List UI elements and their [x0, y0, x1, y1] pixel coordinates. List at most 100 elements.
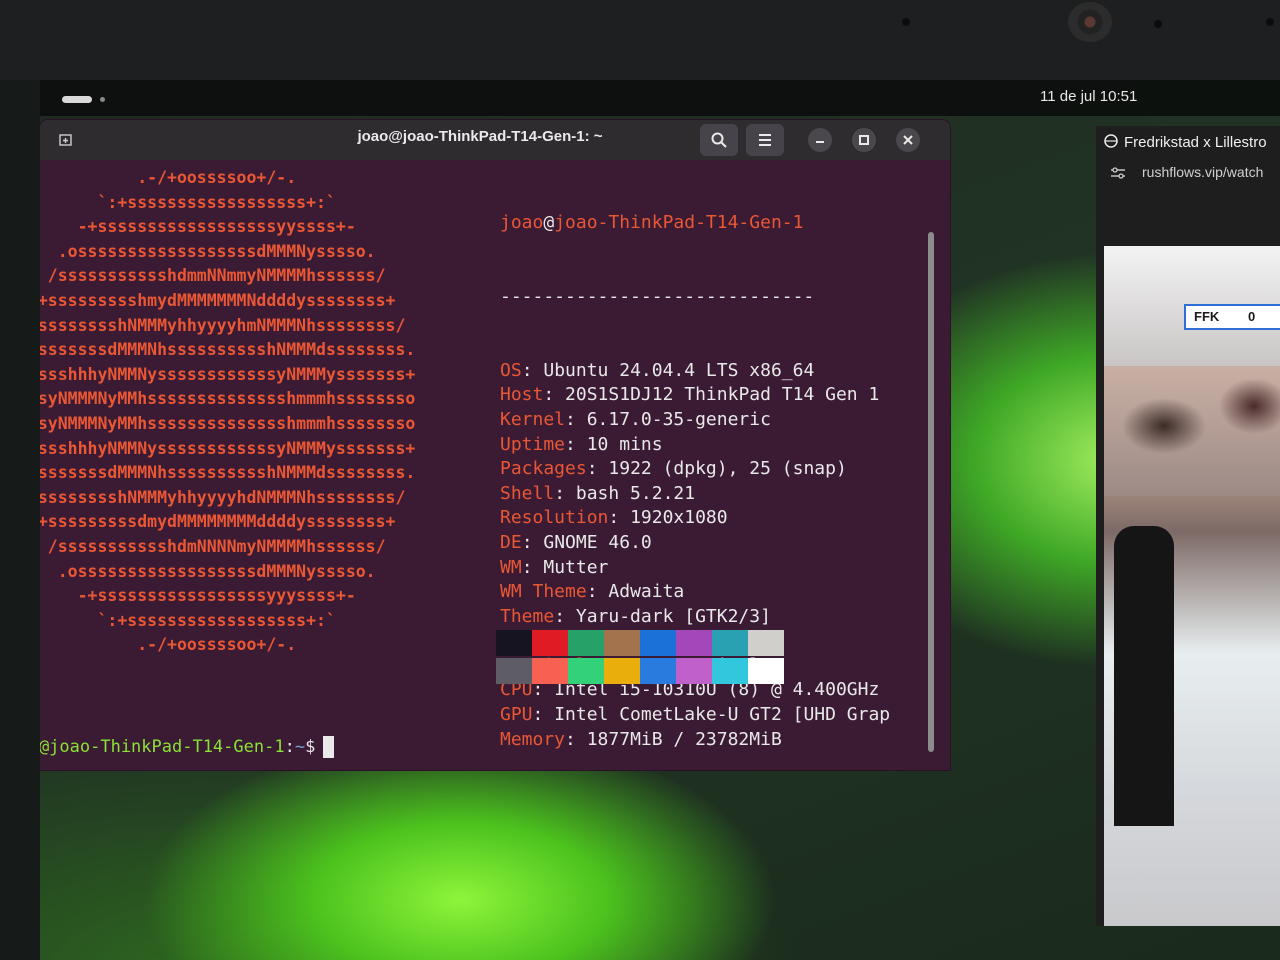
info-key: Host [500, 384, 544, 406]
picture-in-picture-window[interactable]: Fredrikstad x Lillestro rushflows.vip/wa… [1096, 126, 1280, 926]
info-line: Memory: 1877MiB / 23782MiB [500, 728, 890, 753]
menu-button[interactable] [746, 124, 784, 156]
info-colon: : [554, 605, 576, 627]
video-crowd [1104, 366, 1280, 496]
terminal-window: joao@joao-ThinkPad-T14-Gen-1: ~ .-/+ooss… [40, 120, 950, 770]
info-colon: : [521, 556, 544, 578]
info-key: DE [500, 531, 522, 553]
info-line: Host: 20S1S1DJ12 ThinkPad T14 Gen 1 [500, 383, 890, 408]
info-value: Adwaita [608, 581, 685, 603]
info-colon: : [521, 531, 544, 553]
palette-swatch [532, 658, 568, 684]
window-title: joao@joao-ThinkPad-T14-Gen-1: ~ [357, 128, 603, 145]
info-value: 6.17.0-35-generic [586, 408, 771, 430]
info-value: Ubuntu 24.04.4 LTS x86_64 [543, 359, 815, 381]
workspace-dot[interactable] [100, 97, 105, 102]
info-colon: : [521, 359, 544, 381]
info-key: WM [500, 556, 522, 578]
hostname: joao-ThinkPad-T14-Gen-1 [554, 212, 804, 234]
info-colon: : [565, 433, 587, 455]
info-value: 1922 (dpkg), 25 (snap) [608, 458, 847, 480]
username: joao [500, 212, 544, 234]
info-value: Yaru-dark [GTK2/3] [575, 605, 771, 627]
palette-swatch [748, 630, 784, 656]
prompt-user-host: joao@joao-ThinkPad-T14-Gen-1 [40, 737, 285, 757]
info-value: 1877MiB / 23782MiB [586, 728, 782, 750]
info-key: Resolution [500, 507, 609, 529]
pip-url[interactable]: rushflows.vip/watch [1142, 164, 1263, 180]
terminal-headerbar: joao@joao-ThinkPad-T14-Gen-1: ~ [40, 120, 950, 160]
info-line: Shell: bash 5.2.21 [500, 482, 890, 507]
score-team: FFK [1194, 309, 1220, 324]
info-key: WM Theme [500, 581, 587, 603]
prompt-colon: : [284, 737, 295, 757]
info-lines: OS: Ubuntu 24.04.4 LTS x86_64 Host: 20S1S… [500, 359, 890, 753]
at-sign: @ [543, 212, 555, 234]
color-palette [496, 630, 784, 686]
clock[interactable]: 11 de jul 10:51 [1040, 88, 1137, 105]
ubuntu-ascii-logo: .-/+oossssoo+/-. `:+ssssssssssssssssss+:… [40, 168, 416, 655]
info-key: Theme [500, 605, 555, 627]
info-colon: : [532, 704, 555, 726]
palette-swatch [532, 630, 568, 656]
info-line: Uptime: 10 mins [500, 433, 890, 458]
search-button[interactable] [700, 124, 738, 156]
terminal-content[interactable]: .-/+oossssoo+/-. `:+ssssssssssssssssss+:… [40, 160, 950, 770]
video-player-figure [1114, 526, 1174, 826]
gnome-top-bar: 11 de jul 10:51 [40, 80, 1280, 116]
video-player[interactable]: FFK 0 [1104, 246, 1280, 926]
minimize-icon [816, 141, 824, 143]
info-value: 10 mins [586, 433, 663, 455]
terminal-scrollbar[interactable] [928, 232, 934, 752]
info-colon: : [543, 384, 566, 406]
globe-icon [1104, 134, 1118, 148]
user-host-line: joao@joao-ThinkPad-T14-Gen-1 [500, 211, 890, 236]
palette-swatch [496, 658, 532, 684]
info-line: WM Theme: Adwaita [500, 580, 890, 605]
shell-prompt[interactable]: joao@joao-ThinkPad-T14-Gen-1:~$ [40, 736, 335, 758]
maximize-button[interactable] [852, 128, 876, 152]
sensor-dot [1154, 20, 1162, 28]
laptop-bezel [0, 0, 1280, 80]
palette-swatch [712, 630, 748, 656]
palette-swatch [568, 658, 604, 684]
info-value: Mutter [543, 556, 609, 578]
info-key: Memory [500, 728, 566, 750]
desktop: 11 de jul 10:51 joao@joao-ThinkPad-T14-G… [40, 80, 1280, 960]
palette-swatch [568, 630, 604, 656]
minimize-button[interactable] [808, 128, 832, 152]
palette-swatch [712, 658, 748, 684]
info-key: OS [500, 359, 522, 381]
text-cursor [323, 736, 335, 758]
info-line: Resolution: 1920x1080 [500, 506, 890, 531]
palette-swatch [676, 630, 712, 656]
palette-swatch [676, 658, 712, 684]
palette-swatch [640, 658, 676, 684]
info-line: Theme: Yaru-dark [GTK2/3] [500, 605, 890, 630]
maximize-icon [859, 135, 869, 145]
workspace-indicator[interactable] [62, 96, 92, 103]
info-colon: : [586, 458, 609, 480]
site-settings-icon[interactable] [1110, 166, 1126, 180]
palette-swatch [748, 658, 784, 684]
webcam [1068, 2, 1112, 42]
close-button[interactable] [896, 128, 920, 152]
palette-swatch [604, 630, 640, 656]
new-tab-icon[interactable] [58, 132, 72, 146]
pip-title: Fredrikstad x Lillestro [1124, 134, 1267, 151]
info-key: Uptime [500, 433, 566, 455]
info-key: Kernel [500, 408, 566, 430]
info-line: WM: Mutter [500, 556, 890, 581]
sensor-dot [902, 18, 910, 26]
hamburger-icon [759, 134, 771, 146]
info-line: DE: GNOME 46.0 [500, 531, 890, 556]
info-value: 20S1S1DJ12 ThinkPad T14 Gen 1 [565, 384, 880, 406]
info-colon: : [565, 728, 587, 750]
search-icon [711, 132, 727, 148]
prompt-symbol: $ [305, 737, 316, 757]
info-value: 1920x1080 [630, 507, 728, 529]
info-value: Intel CometLake-U GT2 [UHD Grap [554, 704, 891, 726]
info-line: OS: Ubuntu 24.04.4 LTS x86_64 [500, 359, 890, 384]
info-colon: : [586, 581, 609, 603]
palette-swatch [496, 630, 532, 656]
